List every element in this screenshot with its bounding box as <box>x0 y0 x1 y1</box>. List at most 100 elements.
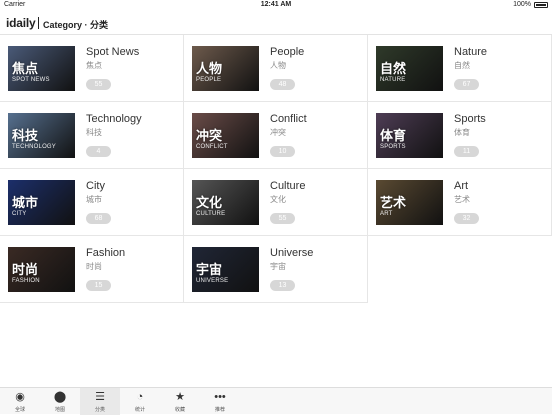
page-header: idaily Category · 分类 <box>0 11 552 35</box>
thumbnail-subtitle: SPORTS <box>380 144 406 150</box>
category-cell-nature[interactable]: 自然 NATURE Nature 自然 67 <box>368 35 552 102</box>
category-thumbnail: 体育 SPORTS <box>376 113 443 158</box>
thumbnail-subtitle: PEOPLE <box>196 77 222 83</box>
thumbnail-subtitle: CITY <box>12 211 27 217</box>
category-chinese-name: 人物 <box>270 61 286 70</box>
category-name: Fashion <box>86 247 126 259</box>
thumbnail-title: 艺术 <box>380 195 407 210</box>
count-badge: 55 <box>270 213 295 224</box>
tab-label: 收藏 <box>174 407 185 413</box>
category-name: Sports <box>454 113 486 125</box>
thumbnail-title: 冲突 <box>196 128 223 143</box>
tab-stats[interactable]: ◔ 统计 <box>120 388 160 415</box>
category-cell-conflict[interactable]: 冲突 CONFLICT Conflict 冲突 10 <box>184 102 368 169</box>
list-icon: ☰ <box>95 391 105 403</box>
count-badge: 48 <box>270 79 295 90</box>
count-badge: 67 <box>454 79 479 90</box>
tab-bar: ◉ 全球 ⬤ 地图 ☰ 分类 ◔ 统计 ★ 收藏 ••• 推荐 <box>0 387 552 415</box>
tab-list[interactable]: ☰ 分类 <box>80 388 120 415</box>
thumbnail-subtitle: TECHNOLOGY <box>12 144 57 150</box>
category-chinese-name: 冲突 <box>270 128 286 137</box>
category-name: People <box>270 46 305 58</box>
category-name: Nature <box>454 46 488 58</box>
thumbnail-subtitle: ART <box>380 211 393 217</box>
category-thumbnail: 自然 NATURE <box>376 46 443 91</box>
category-thumbnail: 焦点 SPOT NEWS <box>8 46 75 91</box>
thumbnail-title: 城市 <box>12 195 39 210</box>
category-cell-art[interactable]: 艺术 ART Art 艺术 32 <box>368 169 552 236</box>
category-cell-universe[interactable]: 宇宙 UNIVERSE Universe 宇宙 13 <box>184 236 368 303</box>
category-chinese-name: 艺术 <box>454 195 470 204</box>
tab-label: 推荐 <box>214 407 225 413</box>
thumbnail-title: 科技 <box>12 128 39 143</box>
category-name: Conflict <box>270 113 307 125</box>
thumbnail-subtitle: CONFLICT <box>196 144 228 150</box>
thumbnail-subtitle: CULTURE <box>196 211 226 217</box>
category-chinese-name: 体育 <box>454 128 470 137</box>
tab-star[interactable]: ★ 收藏 <box>160 388 200 415</box>
tab-globe[interactable]: ◉ 全球 <box>0 388 40 415</box>
category-name: Spot News <box>86 46 140 58</box>
thumbnail-title: 文化 <box>196 195 223 210</box>
category-chinese-name: 城市 <box>86 195 102 204</box>
more-icon: ••• <box>214 391 226 403</box>
category-cell-technology[interactable]: 科技 TECHNOLOGY Technology 科技 4 <box>0 102 184 169</box>
thumbnail-subtitle: FASHION <box>12 278 40 284</box>
tab-more[interactable]: ••• 推荐 <box>200 388 240 415</box>
thumbnail-title: 人物 <box>196 61 223 76</box>
category-name: Technology <box>86 113 142 125</box>
category-cell-fashion[interactable]: 时尚 FASHION Fashion 时尚 15 <box>0 236 184 303</box>
thumbnail-title: 宇宙 <box>196 262 223 277</box>
map-pin-icon: ⬤ <box>53 391 67 403</box>
category-name: Art <box>454 180 469 192</box>
category-chinese-name: 文化 <box>270 195 286 204</box>
category-thumbnail: 人物 PEOPLE <box>192 46 259 91</box>
count-badge: 55 <box>86 79 111 90</box>
category-thumbnail: 宇宙 UNIVERSE <box>192 247 259 292</box>
category-name: Culture <box>270 180 306 192</box>
category-cell-culture[interactable]: 文化 CULTURE Culture 文化 55 <box>184 169 368 236</box>
count-badge: 11 <box>454 146 479 157</box>
category-name: Universe <box>270 247 314 259</box>
tab-label: 统计 <box>134 407 145 413</box>
category-cell-spot-news[interactable]: 焦点 SPOT NEWS Spot News 焦点 55 <box>0 35 184 102</box>
category-cell-sports[interactable]: 体育 SPORTS Sports 体育 11 <box>368 102 552 169</box>
tab-label: 分类 <box>94 407 105 413</box>
tab-label: 全球 <box>14 407 25 413</box>
category-thumbnail: 冲突 CONFLICT <box>192 113 259 158</box>
thumbnail-subtitle: SPOT NEWS <box>12 77 50 83</box>
category-chinese-name: 自然 <box>454 61 470 70</box>
brand-logo: idaily <box>6 16 36 30</box>
header-divider <box>38 17 39 29</box>
thumbnail-title: 体育 <box>380 128 407 143</box>
battery-percent: 100% <box>513 1 531 8</box>
count-badge: 32 <box>454 213 479 224</box>
count-badge: 13 <box>270 280 295 291</box>
category-thumbnail: 城市 CITY <box>8 180 75 225</box>
count-badge: 15 <box>86 280 111 291</box>
clock: 12:41 AM <box>260 1 292 8</box>
battery-icon <box>534 1 548 8</box>
tab-label: 地图 <box>54 407 65 413</box>
thumbnail-title: 时尚 <box>12 262 39 277</box>
globe-icon: ◉ <box>15 391 25 403</box>
star-icon: ★ <box>175 391 185 403</box>
category-name: City <box>86 180 105 192</box>
stats-icon: ◔ <box>136 391 144 403</box>
status-bar: Carrier 12:41 AM 100% <box>0 0 552 11</box>
thumbnail-title: 自然 <box>380 61 407 76</box>
page-title: Category · 分类 <box>43 20 109 30</box>
count-badge: 4 <box>86 146 111 157</box>
category-chinese-name: 焦点 <box>86 61 102 70</box>
battery-status: 100% <box>513 1 548 8</box>
count-badge: 68 <box>86 213 111 224</box>
thumbnail-title: 焦点 <box>12 61 39 76</box>
category-thumbnail: 科技 TECHNOLOGY <box>8 113 75 158</box>
category-cell-city[interactable]: 城市 CITY City 城市 68 <box>0 169 184 236</box>
category-cell-people[interactable]: 人物 PEOPLE People 人物 48 <box>184 35 368 102</box>
category-chinese-name: 科技 <box>86 128 102 137</box>
thumbnail-subtitle: NATURE <box>380 77 406 83</box>
category-thumbnail: 文化 CULTURE <box>192 180 259 225</box>
tab-map-pin[interactable]: ⬤ 地图 <box>40 388 80 415</box>
category-thumbnail: 时尚 FASHION <box>8 247 75 292</box>
